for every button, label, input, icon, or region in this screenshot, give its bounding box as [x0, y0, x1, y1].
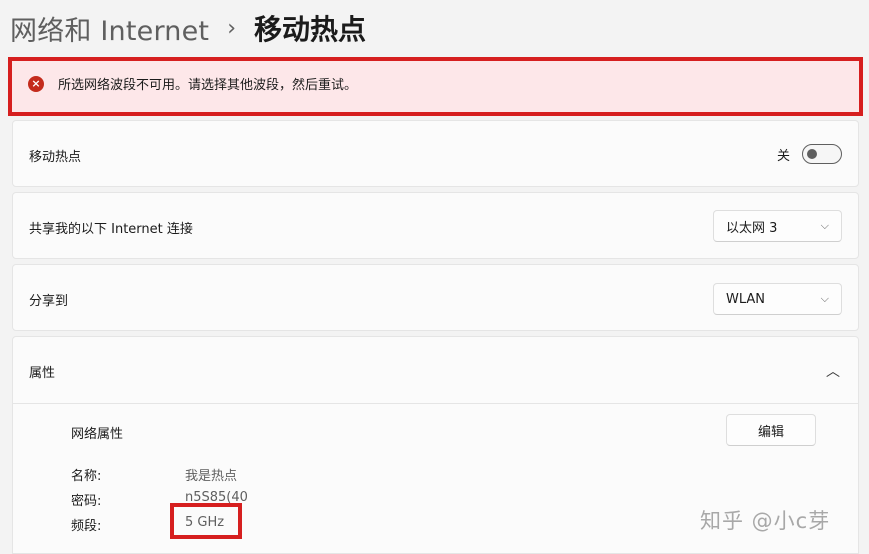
share-to-value: WLAN	[726, 291, 766, 307]
hotspot-settings-page: 网络和 Internet › 移动热点 × 所选网络波段不可用。请选择其他波段，…	[0, 0, 869, 554]
breadcrumb-parent-link[interactable]: 网络和 Internet	[10, 9, 209, 48]
page-title: 移动热点	[254, 13, 367, 46]
name-label: 名称:	[71, 469, 102, 484]
share-connection-card: 共享我的以下 Internet 连接 以太网 3 ⌵	[12, 192, 859, 259]
error-banner-content: × 所选网络波段不可用。请选择其他波段，然后重试。	[28, 74, 357, 93]
hotspot-toggle-switch[interactable]	[802, 144, 842, 164]
share-connection-dropdown[interactable]: 以太网 3 ⌵	[713, 210, 842, 242]
chevron-up-icon[interactable]: ︿	[826, 361, 840, 381]
toggle-knob	[807, 149, 817, 159]
properties-expander-header[interactable]: 属性 ︿	[12, 336, 859, 404]
share-to-dropdown[interactable]: WLAN ⌵	[713, 283, 842, 315]
network-properties-title: 网络属性	[71, 427, 124, 442]
share-to-label: 分享到	[29, 294, 69, 309]
breadcrumb: 网络和 Internet › 移动热点	[10, 8, 366, 48]
edit-button[interactable]: 编辑	[726, 414, 816, 446]
share-connection-label: 共享我的以下 Internet 连接	[29, 222, 193, 237]
error-banner: × 所选网络波段不可用。请选择其他波段，然后重试。	[8, 57, 863, 116]
chevron-right-icon: ›	[227, 15, 237, 41]
password-label: 密码:	[71, 494, 102, 509]
hotspot-toggle-group: 关	[777, 144, 842, 164]
name-value: 我是热点	[185, 469, 238, 484]
watermark: 知乎 @小c芽	[700, 509, 831, 533]
hotspot-toggle-card: 移动热点 关	[12, 120, 859, 187]
hotspot-label: 移动热点	[29, 150, 82, 165]
band-highlight-box	[170, 503, 242, 539]
share-to-card: 分享到 WLAN ⌵	[12, 264, 859, 331]
close-circle-icon: ×	[28, 75, 44, 92]
band-label: 频段:	[71, 519, 102, 534]
chevron-down-icon: ⌵	[820, 219, 829, 232]
properties-header-label: 属性	[29, 366, 56, 381]
error-message: 所选网络波段不可用。请选择其他波段，然后重试。	[58, 78, 358, 93]
chevron-down-icon: ⌵	[820, 292, 829, 305]
toggle-state-label: 关	[776, 148, 790, 164]
share-connection-value: 以太网 3	[726, 220, 778, 236]
